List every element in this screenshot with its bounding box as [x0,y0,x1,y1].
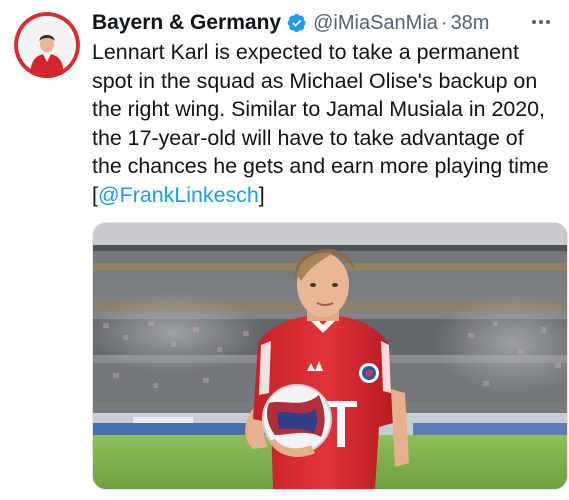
tweet-text: Lennart Karl is expected to take a perma… [92,38,564,209]
tweet-text-line: Lennart Karl is expected to take a perma… [92,40,519,64]
more-options-icon[interactable] [529,12,553,32]
source-mention-link[interactable]: @FrankLinkesch [98,183,259,207]
author-avatar[interactable] [14,12,80,78]
tweet-text-line: the 17-year-old will have to take advant… [92,125,524,150]
author-handle[interactable]: @iMiaSanMia [313,12,438,35]
tweet-timestamp[interactable]: 38m [451,12,490,35]
tweet-source-line: [@FrankLinkesch] [92,181,564,210]
tweet-header: Bayern & Germany @iMiaSanMia · 38m [92,8,559,38]
avatar-image [14,12,80,78]
author-display-name[interactable]: Bayern & Germany [92,11,281,35]
tweet-text-line: the right wing. Similar to Jamal Musiala… [92,97,545,121]
tweet-text-line: the chances he gets and earn more playin… [92,154,549,178]
header-separator: · [440,11,448,34]
tweet-text-line: spot in the squad as Michael Olise's bac… [92,68,538,93]
player-photo [93,223,567,489]
tweet-media-photo[interactable] [92,222,568,490]
verified-badge-icon [287,13,307,33]
source-bracket-close: ] [258,182,265,207]
tweet-card[interactable]: Bayern & Germany @iMiaSanMia · 38m Lenna… [0,0,569,500]
